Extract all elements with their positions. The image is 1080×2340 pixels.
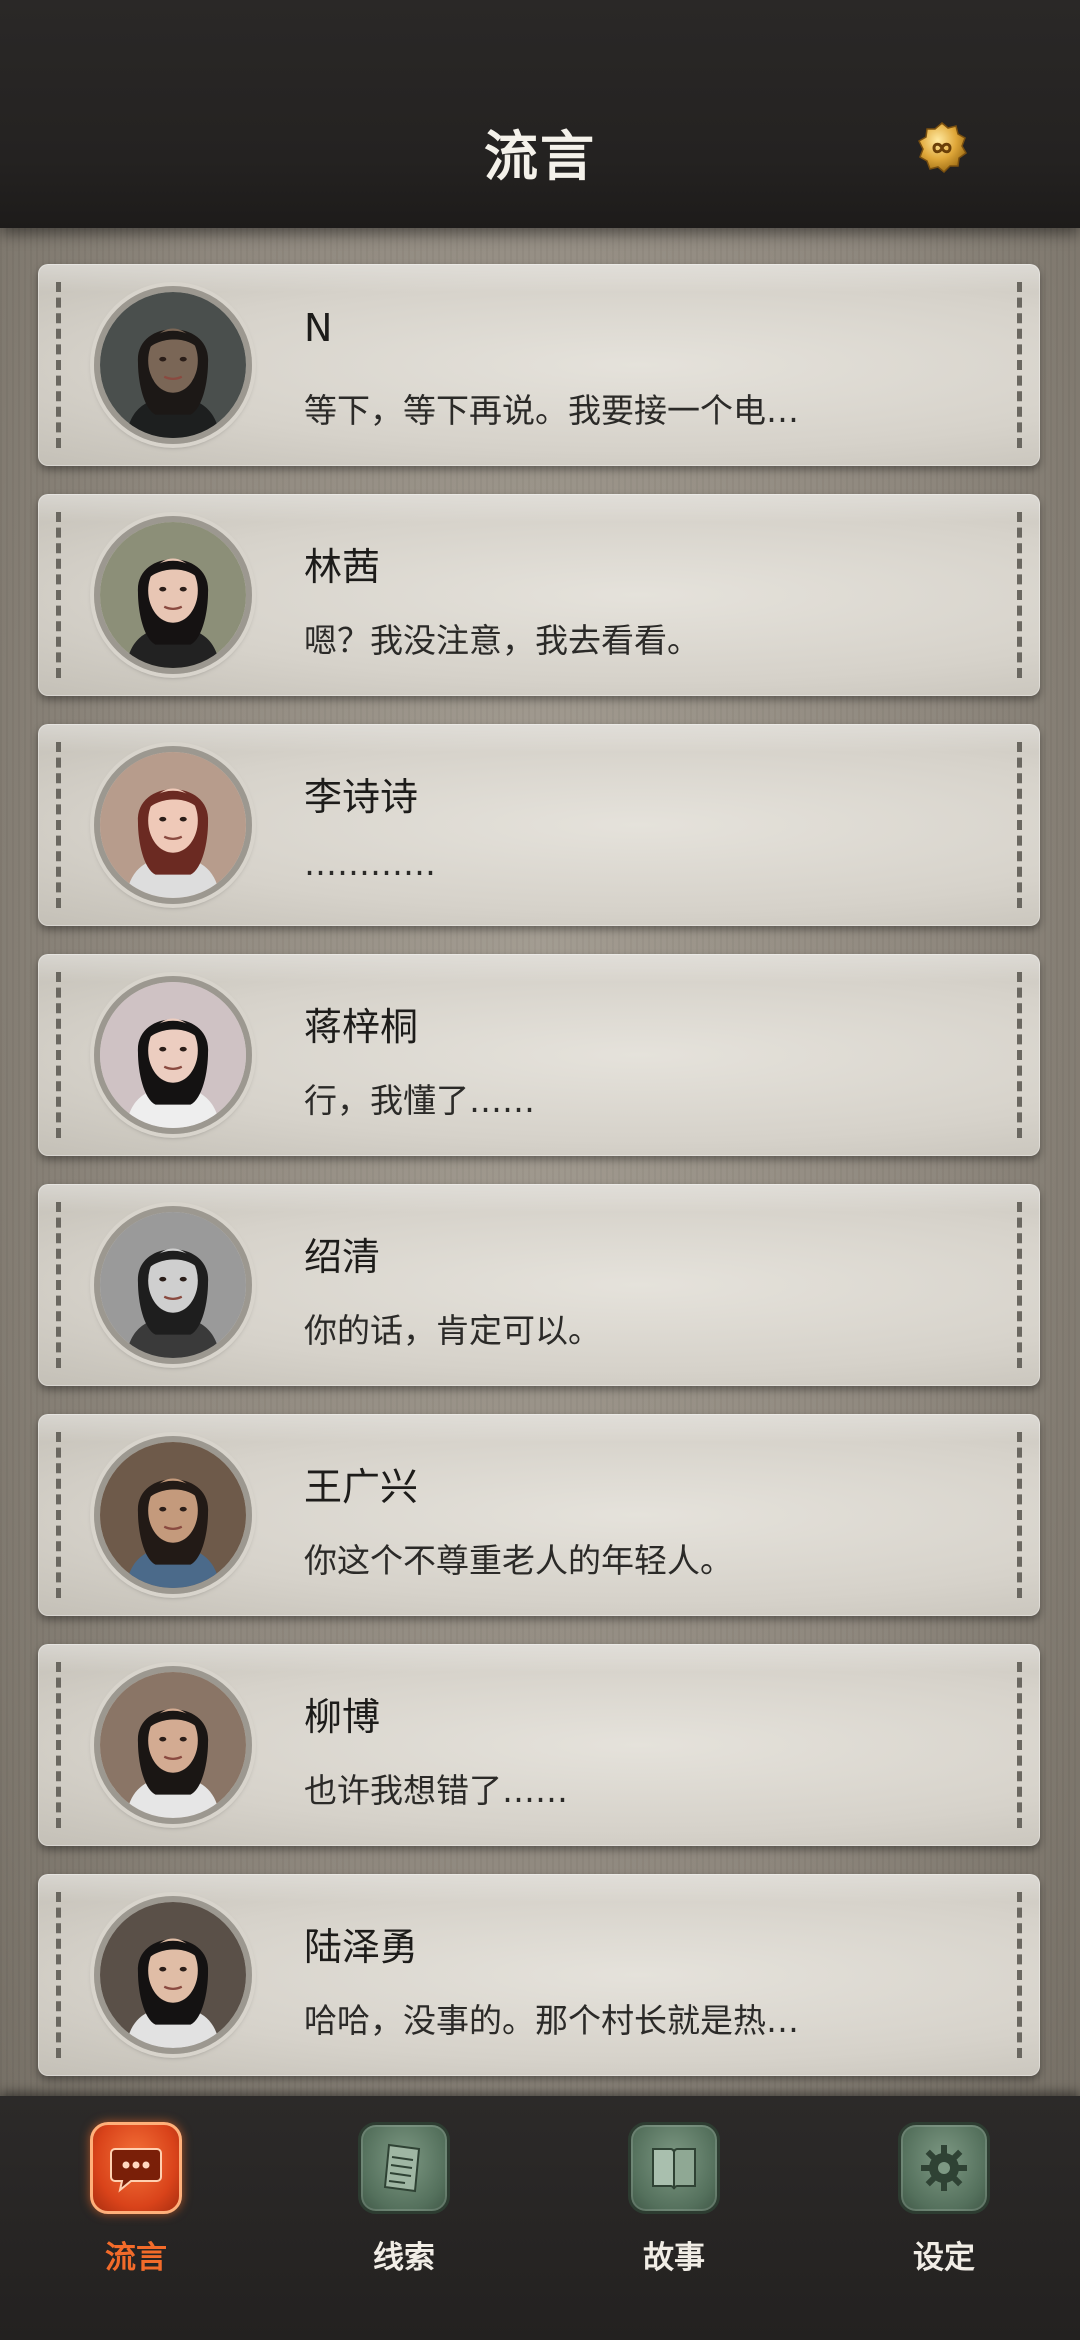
gear-icon [898,2122,990,2214]
avatar [94,1436,252,1594]
stitch-decoration [1017,1662,1022,1828]
stitch-decoration [56,1432,61,1598]
last-message: 等下，等下再说。我要接一个电… [304,391,799,430]
nav-tab-story[interactable]: 故事 [594,2122,754,2276]
contact-name: 林茜 [304,545,381,589]
last-message: 你这个不尊重老人的年轻人。 [304,1541,733,1580]
infinity-badge-icon[interactable] [914,120,970,176]
stitch-decoration [56,972,61,1138]
stitch-decoration [56,1202,61,1368]
conversation-item[interactable]: 陆泽勇 哈哈，没事的。那个村长就是热… [38,1874,1040,2076]
nav-label: 流言 [105,2240,167,2276]
conversation-item[interactable]: 柳博 也许我想错了…… [38,1644,1040,1846]
stitch-decoration [56,742,61,908]
conversation-item[interactable]: 李诗诗 ………… [38,724,1040,926]
avatar [94,746,252,904]
stitch-decoration [1017,742,1022,908]
contact-name: 蒋梓桐 [304,1005,419,1049]
last-message: 嗯？我没注意，我去看看。 [304,621,700,660]
stitch-decoration [1017,1892,1022,2058]
stitch-decoration [1017,1202,1022,1368]
stitch-decoration [56,1662,61,1828]
stitch-decoration [1017,282,1022,448]
conversation-item[interactable]: N 等下，等下再说。我要接一个电… [38,264,1040,466]
chat-bubble-icon [90,2122,182,2214]
conversation-item[interactable]: 林茜 嗯？我没注意，我去看看。 [38,494,1040,696]
stitch-decoration [1017,512,1022,678]
conversation-item[interactable]: 蒋梓桐 行，我懂了…… [38,954,1040,1156]
conversation-item[interactable]: 王广兴 你这个不尊重老人的年轻人。 [38,1414,1040,1616]
nav-tab-settings[interactable]: 设定 [864,2122,1024,2276]
conversation-item[interactable]: 绍清 你的话，肯定可以。 [38,1184,1040,1386]
stitch-decoration [1017,972,1022,1138]
contact-name: 陆泽勇 [304,1925,419,1969]
avatar [94,1666,252,1824]
top-bar: 流言 [0,0,1080,228]
last-message: 你的话，肯定可以。 [304,1311,601,1350]
avatar [94,516,252,674]
last-message: 也许我想错了…… [304,1771,568,1810]
avatar [94,1206,252,1364]
nav-tab-clues[interactable]: 线索 [324,2122,484,2276]
avatar [94,976,252,1134]
nav-label: 线索 [373,2240,435,2276]
nav-tab-rumors[interactable]: 流言 [56,2122,216,2276]
contact-name: 绍清 [304,1235,381,1279]
book-icon [628,2122,720,2214]
stitch-decoration [56,512,61,678]
avatar [94,1896,252,2054]
bottom-nav: 流言 线索 故事 设定 [0,2096,1080,2340]
stitch-decoration [1017,1432,1022,1598]
nav-label: 设定 [913,2240,975,2276]
stitch-decoration [56,282,61,448]
contact-name: 李诗诗 [304,775,419,819]
contact-name: N [304,306,333,350]
last-message: 哈哈，没事的。那个村长就是热… [304,2001,799,2040]
last-message: 行，我懂了…… [304,1081,535,1120]
last-message: ………… [304,844,436,883]
stitch-decoration [56,1892,61,2058]
nav-label: 故事 [643,2240,705,2276]
contact-name: 王广兴 [304,1465,419,1509]
paper-scroll-icon [358,2122,450,2214]
contact-name: 柳博 [304,1695,381,1739]
avatar [94,286,252,444]
